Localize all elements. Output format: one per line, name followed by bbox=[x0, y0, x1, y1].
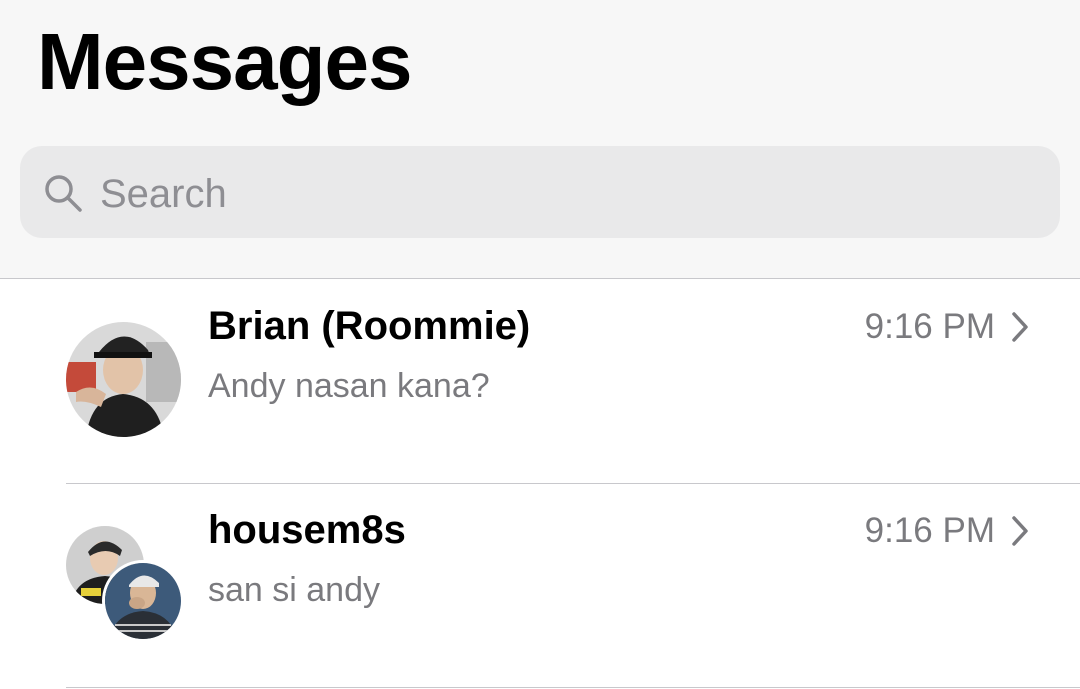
search-placeholder[interactable]: Search bbox=[100, 170, 227, 218]
contact-avatar bbox=[66, 322, 181, 437]
group-avatar-front bbox=[102, 560, 184, 642]
chevron-right-icon bbox=[1012, 516, 1028, 546]
group-name: housem8s bbox=[208, 508, 406, 552]
conversation-row[interactable]: housem8s san si andy 9:16 PM bbox=[0, 484, 1080, 688]
row-divider bbox=[66, 687, 1080, 688]
conversation-row[interactable]: Brian (Roommie) Andy nasan kana? 9:16 PM bbox=[0, 280, 1080, 484]
message-preview: san si andy bbox=[208, 571, 380, 609]
message-time: 9:16 PM bbox=[864, 511, 995, 550]
message-time: 9:16 PM bbox=[864, 307, 995, 346]
navigation-header: Messages Search bbox=[0, 0, 1080, 279]
chevron-right-icon bbox=[1012, 312, 1028, 342]
message-preview: Andy nasan kana? bbox=[208, 367, 490, 405]
search-icon bbox=[45, 175, 82, 212]
contact-name: Brian (Roommie) bbox=[208, 304, 531, 348]
page-title: Messages bbox=[37, 17, 412, 106]
